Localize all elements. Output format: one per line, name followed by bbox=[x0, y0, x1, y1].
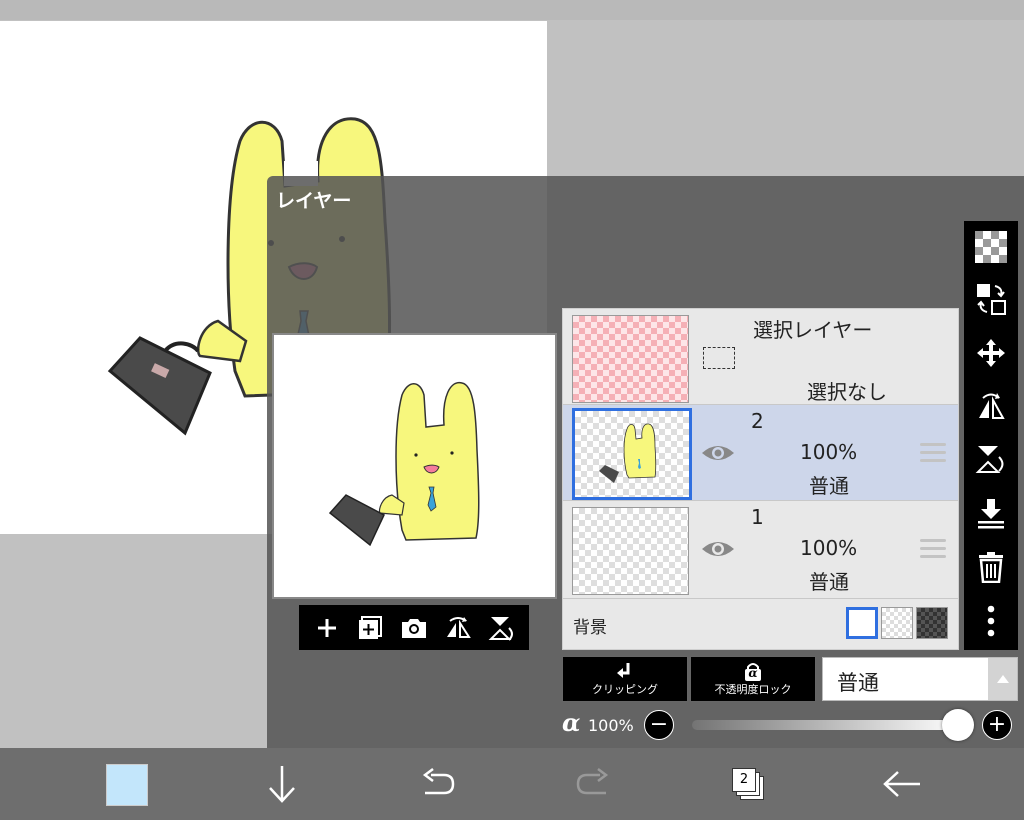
opacity-row: α 100% − + bbox=[562, 708, 1022, 742]
camera-icon[interactable] bbox=[397, 611, 431, 645]
blend-mode-select[interactable]: 普通 bbox=[822, 657, 1018, 701]
preview-drawing bbox=[328, 382, 480, 547]
merge-down-icon[interactable] bbox=[971, 493, 1011, 533]
more-icon[interactable] bbox=[971, 601, 1011, 641]
drag-handle-icon[interactable] bbox=[920, 443, 946, 465]
layer-thumbnail bbox=[572, 507, 689, 595]
layer-row[interactable]: 2 100% 普通 bbox=[563, 405, 958, 501]
layer-opacity: 100% bbox=[800, 536, 858, 560]
redo-icon[interactable] bbox=[569, 762, 617, 806]
flip-horizontal-icon[interactable] bbox=[441, 611, 475, 645]
selection-layer-title: 選択レイヤー bbox=[753, 318, 873, 342]
opacity-value: 100% bbox=[588, 716, 634, 735]
background-dark-option[interactable] bbox=[916, 607, 948, 639]
opacity-slider-thumb[interactable] bbox=[942, 709, 974, 741]
opacity-decrease-button[interactable]: − bbox=[644, 710, 674, 740]
layer-row[interactable]: 1 100% 普通 bbox=[563, 501, 958, 599]
blend-mode-value: 普通 bbox=[837, 671, 879, 695]
background-row: 背景 bbox=[563, 599, 958, 649]
selection-marquee-icon bbox=[703, 347, 735, 369]
alpha-lock-label: 不透明度ロック bbox=[714, 683, 792, 696]
alpha-symbol: α bbox=[562, 708, 581, 737]
add-layer-icon[interactable] bbox=[353, 611, 387, 645]
background-label: 背景 bbox=[573, 618, 607, 638]
preview-toolbar bbox=[299, 605, 529, 650]
visibility-eye-icon[interactable] bbox=[700, 441, 736, 465]
layer-name: 2 bbox=[751, 409, 764, 433]
layer-opacity: 100% bbox=[800, 440, 858, 464]
background-transparent-option[interactable] bbox=[881, 607, 913, 639]
add-icon[interactable] bbox=[310, 611, 344, 645]
top-strip bbox=[0, 0, 1024, 20]
layer-preview bbox=[272, 333, 557, 599]
selection-layer-thumbnail bbox=[572, 315, 689, 403]
undo-icon[interactable] bbox=[414, 762, 462, 806]
layers-icon[interactable]: 2 bbox=[732, 768, 766, 800]
layer-panel: レイヤー 選択レイヤー 選択なし 2 100% 普通 1 100% 普通 背景 … bbox=[267, 176, 1024, 748]
layer-count: 2 bbox=[739, 772, 749, 787]
color-swatch[interactable] bbox=[106, 764, 148, 806]
opacity-slider[interactable] bbox=[692, 720, 962, 730]
side-toolbar bbox=[964, 221, 1018, 650]
drag-handle-icon[interactable] bbox=[920, 539, 946, 561]
background-white-option[interactable] bbox=[846, 607, 878, 639]
clipping-label: クリッピング bbox=[592, 683, 658, 696]
rotate-flip-icon[interactable] bbox=[971, 386, 1011, 426]
layer-name: 1 bbox=[751, 505, 764, 529]
back-icon[interactable] bbox=[878, 762, 926, 806]
layer-blend-mode: 普通 bbox=[809, 474, 849, 498]
transparency-icon[interactable] bbox=[971, 227, 1011, 267]
bottom-toolbar: 2 bbox=[0, 748, 1024, 820]
clipping-button[interactable]: クリッピング bbox=[562, 656, 688, 702]
move-icon[interactable] bbox=[971, 333, 1011, 373]
clipping-icon bbox=[617, 663, 630, 678]
caret-up-icon bbox=[988, 658, 1017, 700]
selection-status: 選択なし bbox=[807, 380, 887, 404]
down-arrow-icon[interactable] bbox=[258, 762, 306, 806]
layer-thumbnail-drawing bbox=[599, 423, 657, 483]
selection-layer-row[interactable]: 選択レイヤー 選択なし bbox=[563, 309, 958, 405]
visibility-eye-icon[interactable] bbox=[700, 537, 736, 561]
alpha-lock-button[interactable]: α 不透明度ロック bbox=[690, 656, 816, 702]
lock-icon: α bbox=[743, 661, 763, 681]
layer-blend-mode: 普通 bbox=[809, 570, 849, 594]
flip-rotate-icon[interactable] bbox=[971, 439, 1011, 479]
trash-icon[interactable] bbox=[971, 547, 1011, 587]
opacity-increase-button[interactable]: + bbox=[982, 710, 1012, 740]
layer-thumbnail bbox=[572, 408, 692, 500]
swap-layer-icon[interactable] bbox=[971, 279, 1011, 319]
panel-title: レイヤー bbox=[276, 190, 352, 212]
layer-list: 選択レイヤー 選択なし 2 100% 普通 1 100% 普通 背景 bbox=[562, 308, 959, 650]
lock-alpha-symbol: α bbox=[748, 666, 758, 680]
flip-vertical-icon[interactable] bbox=[484, 611, 518, 645]
